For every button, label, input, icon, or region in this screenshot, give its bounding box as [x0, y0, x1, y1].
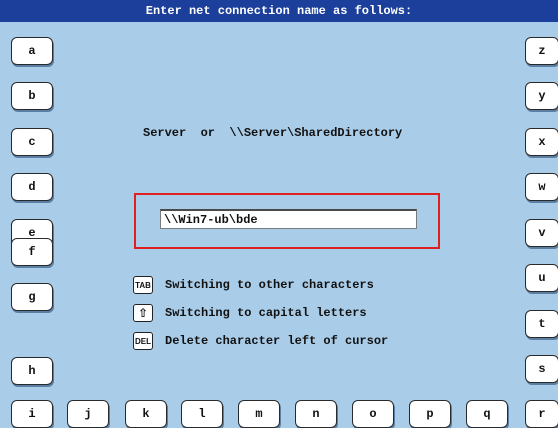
key-g[interactable]: g [11, 283, 53, 311]
key-m[interactable]: m [238, 400, 280, 428]
key-z[interactable]: z [525, 37, 558, 65]
key-f[interactable]: f [11, 238, 53, 266]
key-c[interactable]: c [11, 128, 53, 156]
key-k[interactable]: k [125, 400, 167, 428]
tab-key-icon: TAB [133, 276, 153, 294]
title-bar: Enter net connection name as follows: [0, 0, 558, 22]
legend-del-label: Delete character left of cursor [165, 334, 389, 348]
key-d[interactable]: d [11, 173, 53, 201]
key-p[interactable]: p [409, 400, 451, 428]
key-u[interactable]: u [525, 264, 558, 292]
legend-tab-label: Switching to other characters [165, 278, 374, 292]
del-key-icon: DEL [133, 332, 153, 350]
key-h[interactable]: h [11, 357, 53, 385]
key-a[interactable]: a [11, 37, 53, 65]
legend-shift-label: Switching to capital letters [165, 306, 367, 320]
key-j[interactable]: j [67, 400, 109, 428]
connection-name-input[interactable]: \\Win7-ub\bde [160, 209, 417, 229]
key-l[interactable]: l [181, 400, 223, 428]
key-b[interactable]: b [11, 82, 53, 110]
key-n[interactable]: n [295, 400, 337, 428]
shift-arrow-icon: ⇧ [133, 304, 153, 322]
key-t[interactable]: t [525, 310, 558, 338]
key-r[interactable]: r [525, 400, 558, 428]
key-i[interactable]: i [11, 400, 53, 428]
legend-shift-row: ⇧ Switching to capital letters [133, 303, 367, 323]
key-x[interactable]: x [525, 128, 558, 156]
key-q[interactable]: q [466, 400, 508, 428]
key-y[interactable]: y [525, 82, 558, 110]
key-o[interactable]: o [352, 400, 394, 428]
legend-tab-row: TAB Switching to other characters [133, 275, 374, 295]
legend-del-row: DEL Delete character left of cursor [133, 331, 388, 351]
key-v[interactable]: v [525, 219, 558, 247]
key-s[interactable]: s [525, 355, 558, 383]
key-w[interactable]: w [525, 173, 558, 201]
format-hint: Server or \\Server\SharedDirectory [143, 126, 403, 140]
